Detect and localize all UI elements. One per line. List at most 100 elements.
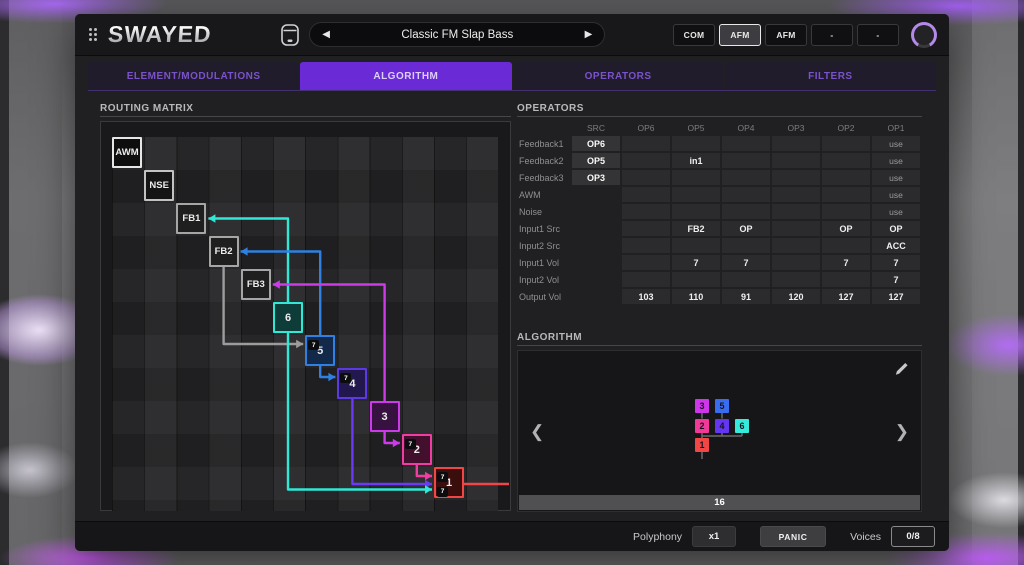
tab-operators[interactable]: OPERATORS [513, 62, 724, 90]
algorithm-index-bar[interactable]: 16 [519, 495, 920, 510]
src-cell[interactable]: OP5 [572, 153, 620, 168]
op-cell[interactable]: OP [822, 221, 870, 236]
matrix-node-nse[interactable]: NSE [144, 170, 174, 201]
op-cell[interactable] [722, 170, 770, 185]
algo-node-6[interactable]: 6 [735, 419, 749, 433]
algo-node-1[interactable]: 1 [695, 438, 709, 452]
op-cell[interactable] [672, 187, 720, 202]
op-cell[interactable] [772, 153, 820, 168]
op-cell[interactable]: use [872, 153, 920, 168]
tab-algorithm[interactable]: ALGORITHM [300, 62, 511, 90]
op-cell[interactable] [772, 238, 820, 253]
matrix-node-fb3[interactable]: FB3 [241, 269, 271, 300]
master-knob[interactable] [911, 22, 937, 48]
algorithm-prev-icon[interactable]: ❮ [530, 423, 544, 440]
op-cell[interactable] [822, 238, 870, 253]
algo-node-2[interactable]: 2 [695, 419, 709, 433]
op-cell[interactable] [722, 187, 770, 202]
matrix-node-fb1[interactable]: FB1 [176, 203, 206, 234]
mode-button-1[interactable]: AFM [719, 24, 761, 46]
op-cell[interactable]: 7 [872, 272, 920, 287]
edit-algorithm-icon[interactable] [893, 361, 909, 382]
op-cell[interactable]: 7 [822, 255, 870, 270]
op-cell[interactable] [722, 238, 770, 253]
op-cell[interactable] [622, 204, 670, 219]
mode-button-3[interactable]: - [811, 24, 853, 46]
op-cell[interactable] [822, 136, 870, 151]
op-cell[interactable] [672, 170, 720, 185]
tab-element-modulations[interactable]: ELEMENT/MODULATIONS [88, 62, 299, 90]
op-cell[interactable]: 127 [872, 289, 920, 304]
op-cell[interactable] [672, 238, 720, 253]
op-cell[interactable]: OP [872, 221, 920, 236]
op-cell[interactable] [822, 204, 870, 219]
tab-filters[interactable]: FILTERS [725, 62, 936, 90]
op-cell[interactable] [772, 170, 820, 185]
algo-node-5[interactable]: 5 [715, 399, 729, 413]
matrix-node-4[interactable]: 47 [337, 368, 367, 399]
matrix-node-awm[interactable]: AWM [112, 137, 142, 168]
op-cell[interactable] [772, 204, 820, 219]
op-cell[interactable] [622, 153, 670, 168]
op-cell[interactable]: 7 [722, 255, 770, 270]
matrix-node-1[interactable]: 177 [434, 467, 464, 498]
algorithm-next-icon[interactable]: ❯ [895, 423, 909, 440]
matrix-node-3[interactable]: 3 [370, 401, 400, 432]
op-cell[interactable] [772, 255, 820, 270]
op-cell[interactable]: use [872, 187, 920, 202]
matrix-node-6[interactable]: 6 [273, 302, 303, 333]
preset-name[interactable]: Classic FM Slap Bass [330, 29, 585, 41]
op-cell[interactable]: OP [722, 221, 770, 236]
op-cell[interactable]: 7 [872, 255, 920, 270]
menu-grip-icon[interactable] [89, 28, 97, 41]
op-cell[interactable] [622, 187, 670, 202]
op-cell[interactable] [722, 153, 770, 168]
op-cell[interactable] [622, 272, 670, 287]
op-cell[interactable]: 120 [772, 289, 820, 304]
op-cell[interactable] [772, 221, 820, 236]
matrix-node-fb2[interactable]: FB2 [209, 236, 239, 267]
op-cell[interactable]: 103 [622, 289, 670, 304]
op-cell[interactable] [772, 272, 820, 287]
op-cell[interactable] [822, 187, 870, 202]
op-cell[interactable]: use [872, 136, 920, 151]
op-cell[interactable]: ACC [872, 238, 920, 253]
op-cell[interactable] [822, 153, 870, 168]
algo-node-4[interactable]: 4 [715, 419, 729, 433]
op-cell[interactable]: 91 [722, 289, 770, 304]
op-cell[interactable]: FB2 [672, 221, 720, 236]
polyphony-value-button[interactable]: x1 [692, 526, 736, 547]
algo-node-3[interactable]: 3 [695, 399, 709, 413]
src-cell[interactable]: OP6 [572, 136, 620, 151]
op-cell[interactable]: use [872, 170, 920, 185]
op-cell[interactable] [822, 272, 870, 287]
matrix-node-2[interactable]: 27 [402, 434, 432, 465]
op-cell[interactable] [622, 238, 670, 253]
op-cell[interactable]: 7 [672, 255, 720, 270]
op-cell[interactable]: 110 [672, 289, 720, 304]
op-cell[interactable] [622, 255, 670, 270]
op-cell[interactable] [772, 187, 820, 202]
op-cell[interactable] [722, 136, 770, 151]
op-cell[interactable] [772, 136, 820, 151]
preset-prev-icon[interactable]: ◀ [322, 30, 330, 40]
panic-button[interactable]: PANIC [760, 526, 826, 547]
op-cell[interactable] [822, 170, 870, 185]
op-cell[interactable] [672, 136, 720, 151]
op-cell[interactable]: use [872, 204, 920, 219]
op-cell[interactable] [622, 136, 670, 151]
op-cell[interactable] [672, 272, 720, 287]
src-cell[interactable]: OP3 [572, 170, 620, 185]
op-cell[interactable] [672, 204, 720, 219]
op-cell[interactable] [722, 204, 770, 219]
preset-bank-icon[interactable] [279, 22, 301, 48]
op-cell[interactable] [622, 170, 670, 185]
mode-button-2[interactable]: AFM [765, 24, 807, 46]
op-cell[interactable]: in1 [672, 153, 720, 168]
op-cell[interactable] [622, 221, 670, 236]
op-cell[interactable]: 127 [822, 289, 870, 304]
preset-next-icon[interactable]: ▶ [585, 30, 593, 40]
mode-button-0[interactable]: COM [673, 24, 715, 46]
op-cell[interactable] [722, 272, 770, 287]
mode-button-4[interactable]: - [857, 24, 899, 46]
